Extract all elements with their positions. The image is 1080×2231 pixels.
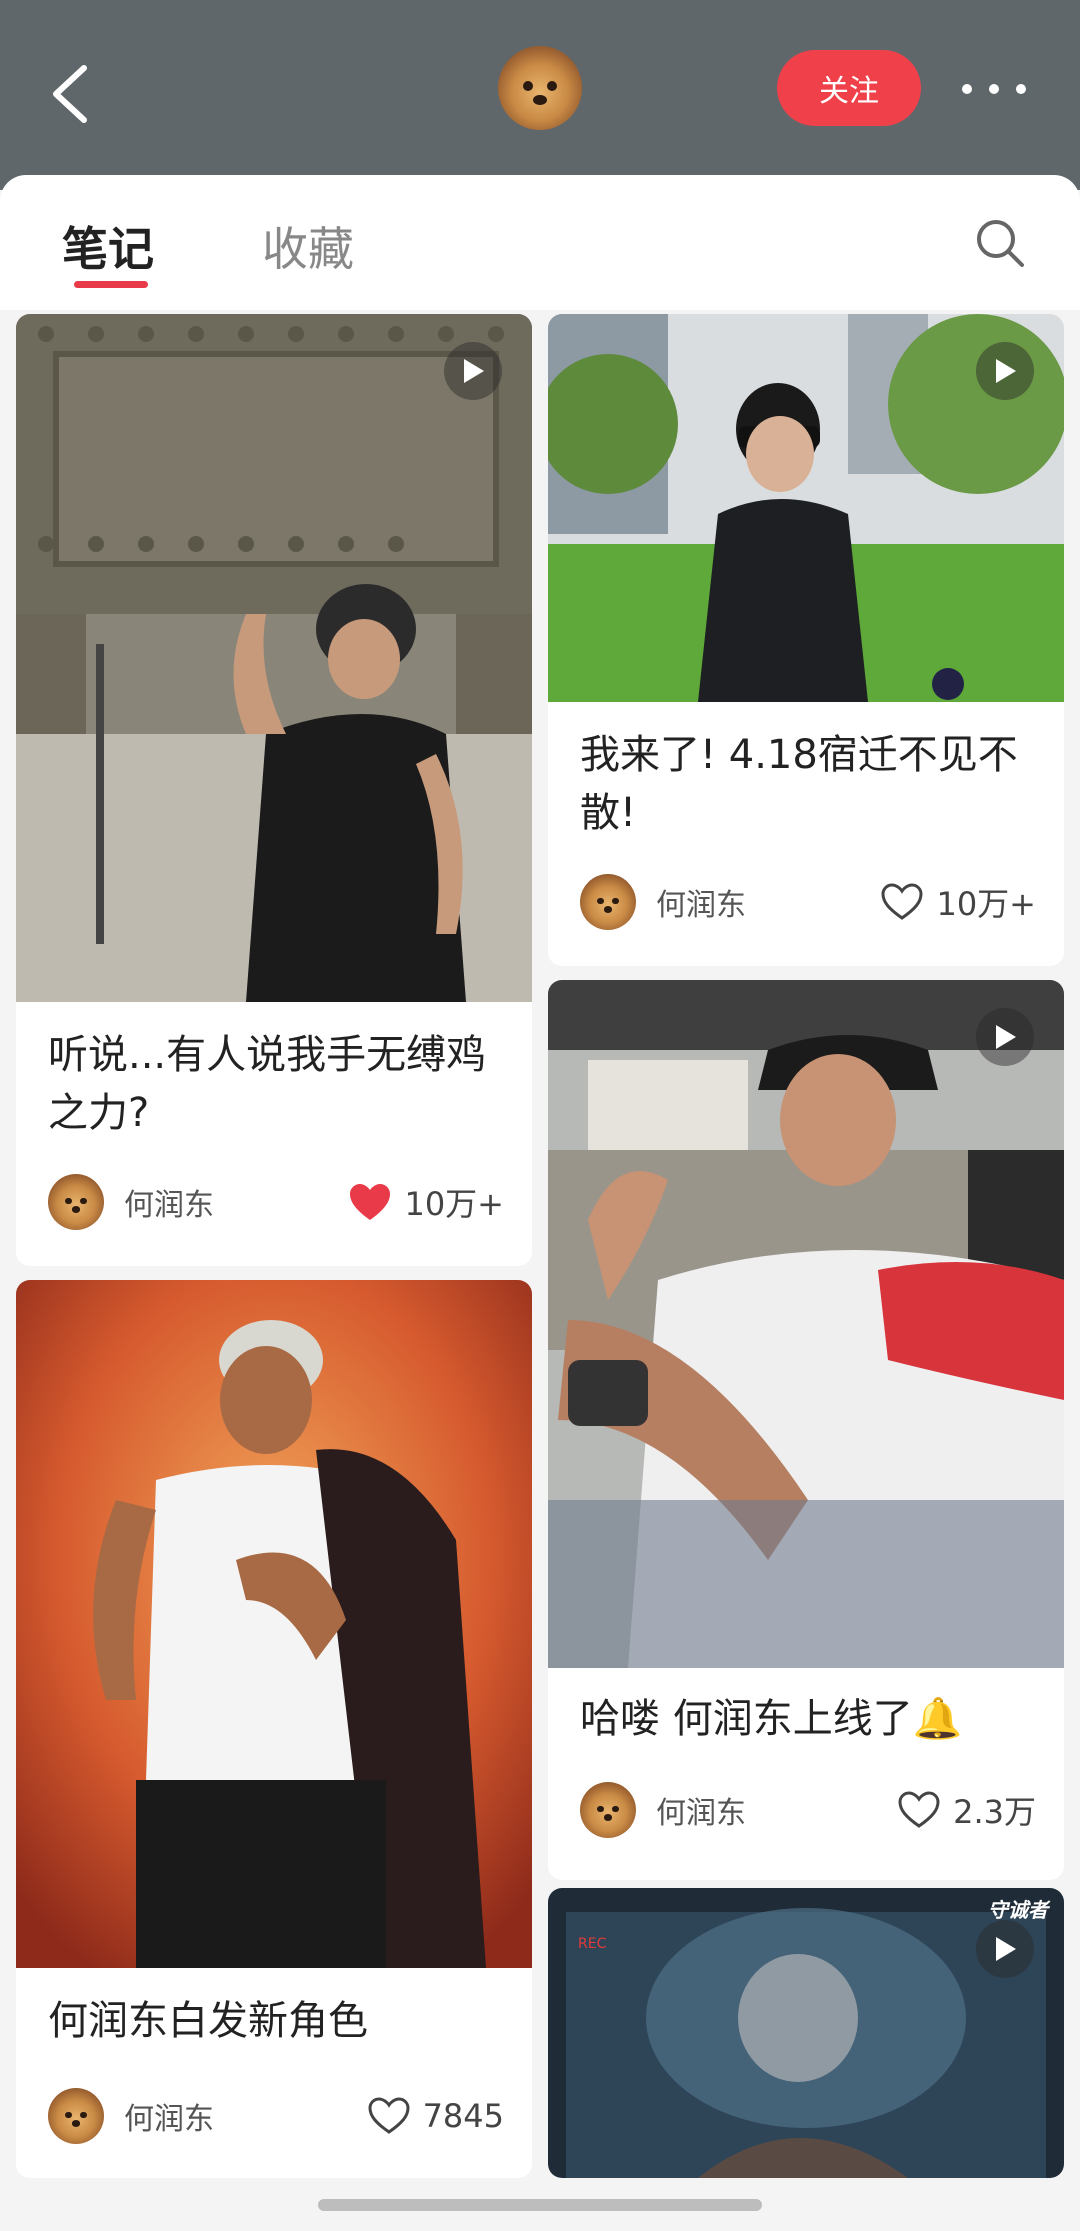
author-avatar[interactable] <box>580 1782 636 1838</box>
like-count: 2.3万 <box>953 1793 1036 1831</box>
like-count: 10万+ <box>936 885 1036 923</box>
post-image <box>16 314 532 1002</box>
author-avatar[interactable] <box>48 2088 104 2144</box>
author-row: 何润东 7845 <box>48 2086 504 2146</box>
post-image: REC 守诚者 <box>548 1888 1064 2178</box>
more-dot <box>962 84 972 94</box>
active-tab-indicator <box>74 281 148 288</box>
tab-favorites[interactable]: 收藏 <box>262 213 354 279</box>
note-card[interactable]: 何润东白发新角色 何润东 7845 <box>16 1280 532 2178</box>
author-name[interactable]: 何润东 <box>124 1180 348 1224</box>
heart-outline-icon <box>368 2097 410 2134</box>
back-button[interactable] <box>48 62 94 126</box>
search-icon <box>977 220 1024 267</box>
video-play-icon <box>444 342 502 400</box>
like-count: 10万+ <box>404 1185 504 1223</box>
like-button[interactable]: 10万+ <box>348 1179 504 1225</box>
author-avatar[interactable] <box>580 874 636 930</box>
like-button[interactable]: 2.3万 <box>897 1787 1036 1833</box>
video-play-icon <box>976 1920 1034 1978</box>
profile-avatar[interactable] <box>498 46 582 130</box>
author-name[interactable]: 何润东 <box>656 880 880 924</box>
like-button[interactable]: 10万+ <box>880 879 1036 925</box>
tab-notes[interactable]: 笔记 <box>62 213 154 279</box>
post-title: 听说...有人说我手无缚鸡之力? <box>48 1032 487 1136</box>
post-image <box>548 314 1064 702</box>
author-row: 何润东 2.3万 <box>580 1780 1036 1840</box>
more-dot <box>989 84 999 94</box>
note-card[interactable]: 听说...有人说我手无缚鸡之力? 何润东 10万+ <box>16 314 532 1266</box>
author-row: 何润东 10万+ <box>48 1172 504 1232</box>
more-dot <box>1016 84 1026 94</box>
video-play-icon <box>976 342 1034 400</box>
search-button[interactable] <box>972 215 1028 271</box>
home-indicator[interactable] <box>318 2199 762 2211</box>
post-title: 何润东白发新角色 <box>48 1998 368 2044</box>
post-image <box>16 1280 532 1968</box>
post-title: 哈喽 何润东上线了🔔 <box>580 1696 963 1742</box>
note-card[interactable]: REC 守诚者 <box>548 1888 1064 2178</box>
post-title: 我来了! 4.18宿迁不见不散! <box>580 732 1018 836</box>
tab-bar: 笔记 收藏 <box>0 175 1080 310</box>
video-play-icon <box>976 1008 1034 1066</box>
more-options-button[interactable] <box>962 72 1026 106</box>
author-avatar[interactable] <box>48 1174 104 1230</box>
show-logo-text: 守诚者 <box>988 1898 1048 1922</box>
rec-label: REC <box>578 1936 607 1952</box>
author-row: 何润东 10万+ <box>580 872 1036 932</box>
follow-button[interactable]: 关注 <box>777 50 921 126</box>
like-button[interactable]: 7845 <box>367 2096 504 2136</box>
like-count: 7845 <box>422 2097 504 2135</box>
heart-outline-icon <box>898 1791 940 1828</box>
back-arrow-icon <box>53 65 87 123</box>
author-name[interactable]: 何润东 <box>656 1788 897 1832</box>
note-card[interactable]: 哈喽 何润东上线了🔔 何润东 2.3万 <box>548 980 1064 1880</box>
heart-outline-icon <box>881 883 923 920</box>
heart-filled-icon <box>350 1184 391 1220</box>
post-image <box>548 980 1064 1668</box>
note-card[interactable]: 我来了! 4.18宿迁不见不散! 何润东 10万+ <box>548 314 1064 966</box>
profile-header: 关注 <box>0 0 1080 190</box>
author-name[interactable]: 何润东 <box>124 2094 367 2138</box>
